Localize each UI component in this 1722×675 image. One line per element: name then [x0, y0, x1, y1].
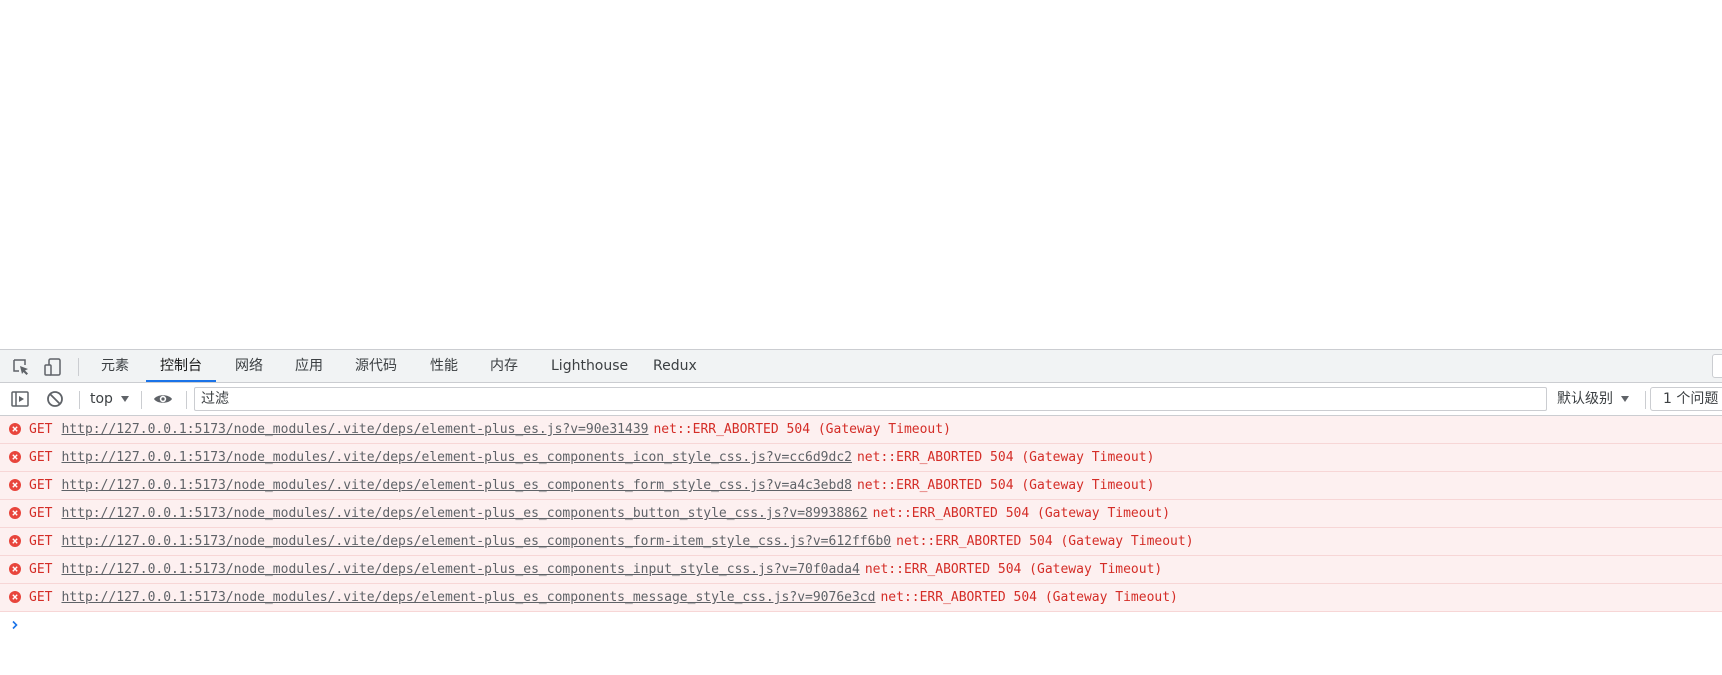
toolbar-divider — [186, 391, 187, 409]
page-viewport — [0, 0, 1722, 349]
error-message: net::ERR_ABORTED 504 (Gateway Timeout) — [896, 534, 1194, 549]
console-error-row: GET http://127.0.0.1:5173/node_modules/.v… — [0, 500, 1722, 528]
toolbar-divider — [79, 391, 80, 409]
console-messages: GET http://127.0.0.1:5173/node_modules/.v… — [0, 416, 1722, 638]
show-sidebar-icon[interactable] — [10, 389, 30, 409]
request-url-link[interactable]: http://127.0.0.1:5173/node_modules/.vite… — [61, 534, 891, 549]
chevron-down-icon — [120, 396, 129, 402]
inspect-element-icon[interactable] — [11, 357, 31, 377]
request-method: GET — [29, 562, 53, 577]
request-url-link[interactable]: http://127.0.0.1:5173/node_modules/.vite… — [61, 422, 648, 437]
context-selector-label: top — [90, 391, 113, 407]
console-toolbar: top 默认级别 1 个问题 — [0, 383, 1722, 416]
devtools-tabbar: 元素 控制台 网络 应用 源代码 性能 内存 Lighthouse Redux — [0, 350, 1722, 383]
console-error-row: GET http://127.0.0.1:5173/node_modules/.v… — [0, 444, 1722, 472]
request-url-link[interactable]: http://127.0.0.1:5173/node_modules/.vite… — [61, 478, 852, 493]
clear-console-icon[interactable] — [45, 389, 65, 409]
live-expression-eye-icon[interactable] — [153, 389, 173, 409]
request-url-link[interactable]: http://127.0.0.1:5173/node_modules/.vite… — [61, 562, 859, 577]
toolbar-divider — [141, 391, 142, 409]
tab-application[interactable]: 应用 — [281, 350, 337, 382]
console-error-row: GET http://127.0.0.1:5173/node_modules/.v… — [0, 556, 1722, 584]
toolbar-divider — [78, 358, 79, 376]
console-error-row: GET http://127.0.0.1:5173/node_modules/.v… — [0, 416, 1722, 444]
request-method: GET — [29, 450, 53, 465]
tab-sources[interactable]: 源代码 — [341, 350, 411, 382]
request-url-link[interactable]: http://127.0.0.1:5173/node_modules/.vite… — [61, 590, 875, 605]
console-error-row: GET http://127.0.0.1:5173/node_modules/.v… — [0, 472, 1722, 500]
settings-edge-button[interactable] — [1712, 354, 1722, 378]
request-url-link[interactable]: http://127.0.0.1:5173/node_modules/.vite… — [61, 450, 852, 465]
error-icon — [9, 451, 21, 463]
error-message: net::ERR_ABORTED 504 (Gateway Timeout) — [653, 422, 951, 437]
log-levels-label: 默认级别 — [1557, 391, 1613, 407]
error-icon — [9, 479, 21, 491]
error-message: net::ERR_ABORTED 504 (Gateway Timeout) — [856, 450, 1155, 465]
issues-label: 1 个问题 — [1663, 391, 1719, 407]
error-icon — [9, 535, 21, 547]
device-toolbar-icon[interactable] — [43, 357, 63, 377]
log-levels-dropdown[interactable]: 默认级别 — [1557, 388, 1629, 410]
filter-input[interactable] — [195, 388, 1546, 410]
error-message: net::ERR_ABORTED 504 (Gateway Timeout) — [880, 590, 1178, 605]
console-error-row: GET http://127.0.0.1:5173/node_modules/.v… — [0, 584, 1722, 612]
error-message: net::ERR_ABORTED 504 (Gateway Timeout) — [856, 478, 1155, 493]
context-selector[interactable]: top — [90, 388, 129, 410]
error-icon — [9, 563, 21, 575]
error-message: net::ERR_ABORTED 504 (Gateway Timeout) — [864, 562, 1163, 577]
request-method: GET — [29, 506, 53, 521]
tab-console[interactable]: 控制台 — [146, 350, 216, 382]
tab-elements[interactable]: 元素 — [87, 350, 143, 382]
tab-performance[interactable]: 性能 — [416, 350, 472, 382]
error-message: net::ERR_ABORTED 504 (Gateway Timeout) — [872, 506, 1171, 521]
request-method: GET — [29, 534, 53, 549]
error-icon — [9, 423, 21, 435]
request-url-link[interactable]: http://127.0.0.1:5173/node_modules/.vite… — [61, 506, 867, 521]
toolbar-divider — [1645, 391, 1646, 409]
error-icon — [9, 591, 21, 603]
tab-network[interactable]: 网络 — [221, 350, 277, 382]
chevron-right-icon — [12, 620, 18, 630]
request-method: GET — [29, 590, 53, 605]
chevron-down-icon — [1621, 396, 1629, 402]
request-method: GET — [29, 422, 53, 437]
request-method: GET — [29, 478, 53, 493]
tab-redux[interactable]: Redux — [639, 350, 711, 382]
filter-box — [194, 387, 1547, 411]
devtools-panel: 元素 控制台 网络 应用 源代码 性能 内存 Lighthouse Redux … — [0, 349, 1722, 675]
console-prompt[interactable] — [0, 612, 1722, 638]
error-icon — [9, 507, 21, 519]
tab-memory[interactable]: 内存 — [476, 350, 532, 382]
issues-button[interactable]: 1 个问题 — [1650, 387, 1722, 411]
tab-lighthouse[interactable]: Lighthouse — [537, 350, 642, 382]
console-error-row: GET http://127.0.0.1:5173/node_modules/.v… — [0, 528, 1722, 556]
